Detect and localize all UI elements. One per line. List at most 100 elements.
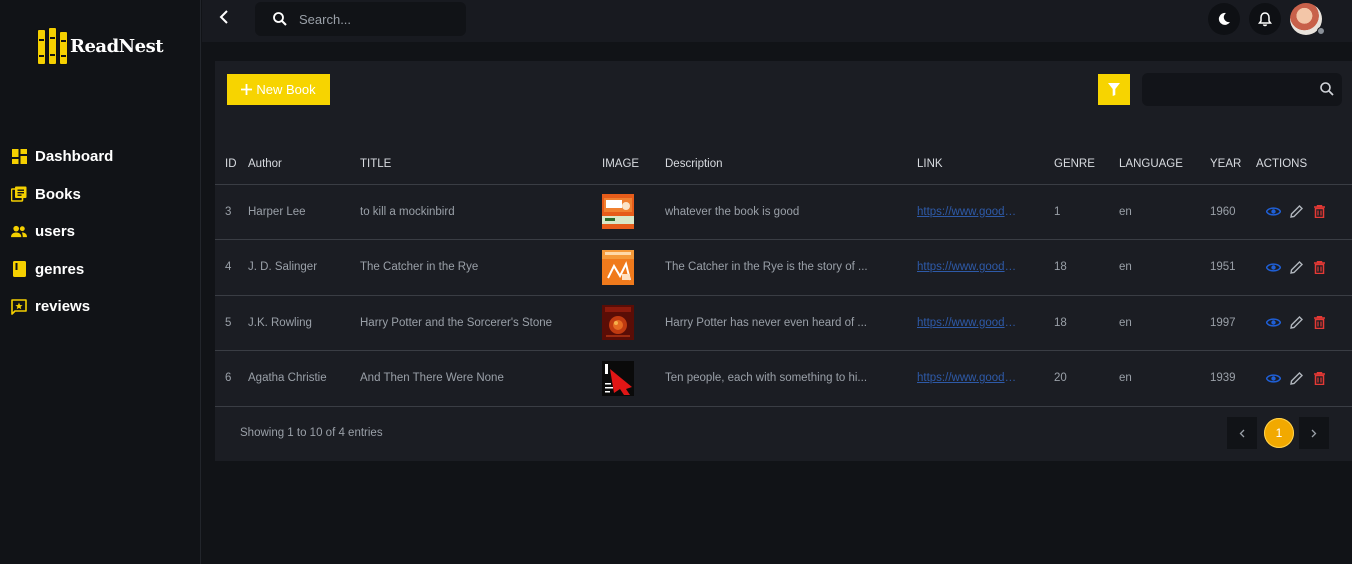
delete-button[interactable] [1312, 315, 1327, 330]
book-link[interactable]: https://www.goodreads.com [917, 317, 1019, 329]
bell-icon [1258, 11, 1272, 26]
cell-language: en [1119, 295, 1210, 351]
column-header-image: IMAGE [602, 145, 665, 185]
description-text: whatever the book is good [665, 205, 800, 218]
cell-link: https://www.goodreads.com [917, 295, 1054, 351]
trash-icon [1314, 260, 1325, 274]
column-header-title[interactable]: TITLE [360, 145, 602, 185]
cell-description: Ten people, each with something to hi... [665, 350, 917, 407]
sidebar-item-reviews[interactable]: reviews [0, 288, 200, 326]
table-row: 6 Agatha Christie And Then There Were No… [215, 350, 1352, 407]
page-button-current[interactable]: 1 [1264, 418, 1294, 448]
books-table: ID Author TITLE IMAGE Description LINK G… [215, 145, 1352, 407]
moon-icon [1218, 12, 1230, 25]
cell-actions [1256, 295, 1352, 351]
cell-id: 5 [215, 295, 248, 351]
sidebar-item-label: Dashboard [35, 148, 114, 166]
sidebar-item-genres[interactable]: genres [0, 251, 200, 289]
filter-icon [1108, 83, 1120, 96]
theme-toggle-button[interactable] [1208, 3, 1240, 35]
prev-page-button[interactable] [1227, 417, 1257, 449]
topbar [202, 0, 1352, 42]
delete-button[interactable] [1312, 204, 1327, 219]
chevron-right-icon [1311, 429, 1317, 437]
books-icon [11, 186, 27, 203]
filter-button[interactable] [1098, 74, 1130, 105]
view-button[interactable] [1266, 371, 1281, 386]
eye-icon [1266, 318, 1281, 327]
table-search-input[interactable] [1152, 73, 1312, 106]
users-icon [11, 224, 27, 240]
cell-actions [1256, 184, 1352, 240]
edit-button[interactable] [1289, 371, 1304, 386]
view-button[interactable] [1266, 315, 1281, 330]
view-button[interactable] [1266, 204, 1281, 219]
table-search[interactable] [1142, 73, 1342, 106]
books-logo-icon [37, 27, 68, 65]
cell-title: to kill a mockinbird [360, 184, 602, 240]
column-header-actions: ACTIONS [1256, 145, 1352, 185]
book-cover-image [602, 249, 634, 285]
column-header-year[interactable]: YEAR [1210, 145, 1256, 185]
cell-author: Harper Lee [248, 184, 360, 240]
cell-language: en [1119, 239, 1210, 296]
trash-icon [1314, 371, 1325, 385]
sidebar-item-dashboard[interactable]: Dashboard [0, 138, 200, 176]
column-header-link[interactable]: LINK [917, 145, 1054, 185]
sidebar-item-users[interactable]: users [0, 213, 200, 251]
column-header-genre[interactable]: GENRE [1054, 145, 1119, 185]
next-page-button[interactable] [1299, 417, 1329, 449]
pencil-icon [1290, 260, 1303, 274]
view-button[interactable] [1266, 260, 1281, 275]
brand-logo[interactable]: ReadNest [37, 26, 164, 66]
cell-year: 1960 [1210, 184, 1256, 240]
cell-id: 4 [215, 239, 248, 296]
column-header-language[interactable]: LANGUAGE [1119, 145, 1210, 185]
cell-link: https://www.goodreads.com [917, 239, 1054, 296]
table-row: 3 Harper Lee to kill a mockinbird whatev… [215, 184, 1352, 240]
cell-image [602, 350, 665, 407]
book-cover-image [602, 360, 634, 396]
delete-button[interactable] [1312, 260, 1327, 275]
edit-button[interactable] [1289, 315, 1304, 330]
book-link[interactable]: https://www.goodreads.com [917, 261, 1019, 273]
cell-image [602, 184, 665, 240]
cell-title: The Catcher in the Rye [360, 239, 602, 296]
books-card: New Book ID Author TITLE IMAGE Descripti… [215, 61, 1352, 461]
cell-language: en [1119, 350, 1210, 407]
book-cover-image [602, 194, 634, 230]
new-book-button[interactable]: New Book [227, 74, 330, 105]
trash-icon [1314, 205, 1325, 219]
genres-icon [11, 261, 27, 278]
column-header-description[interactable]: Description [665, 145, 917, 185]
search-input[interactable] [299, 11, 449, 27]
column-header-author[interactable]: Author [248, 145, 360, 185]
new-book-label: New Book [256, 82, 316, 97]
description-text: Harry Potter has never even heard of ... [665, 316, 867, 329]
table-header-row: ID Author TITLE IMAGE Description LINK G… [215, 145, 1352, 185]
eye-icon [1266, 263, 1281, 272]
global-search[interactable] [255, 2, 466, 36]
chevron-left-icon [1239, 429, 1245, 437]
status-indicator [1317, 27, 1325, 35]
table-row: 5 J.K. Rowling Harry Potter and the Sorc… [215, 295, 1352, 351]
search-icon [1320, 82, 1334, 96]
sidebar-item-label: reviews [35, 298, 91, 316]
book-link[interactable]: https://www.goodreads.com [917, 372, 1019, 384]
cell-description: whatever the book is good [665, 184, 917, 240]
cell-link: https://www.goodreads.com [917, 350, 1054, 407]
table-row: 4 J. D. Salinger The Catcher in the Rye … [215, 239, 1352, 296]
cell-author: Agatha Christie [248, 350, 360, 407]
notifications-button[interactable] [1249, 3, 1281, 35]
book-link[interactable]: https://www.goodreads.com [917, 206, 1019, 218]
collapse-sidebar-button[interactable] [214, 7, 234, 27]
cell-language: en [1119, 184, 1210, 240]
column-header-id[interactable]: ID [215, 145, 248, 185]
cell-image [602, 295, 665, 351]
cell-genre: 20 [1054, 350, 1119, 407]
delete-button[interactable] [1312, 371, 1327, 386]
sidebar-item-books[interactable]: Books [0, 176, 200, 214]
edit-button[interactable] [1289, 260, 1304, 275]
edit-button[interactable] [1289, 204, 1304, 219]
reviews-icon [11, 298, 27, 315]
